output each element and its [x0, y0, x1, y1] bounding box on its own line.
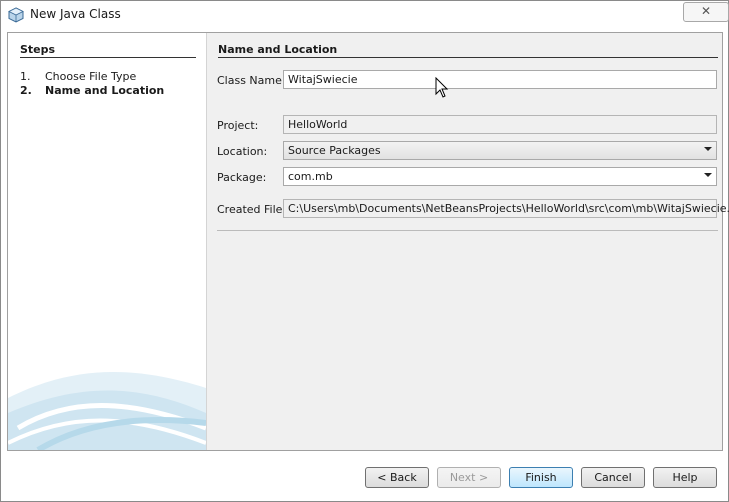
java-class-icon — [8, 7, 24, 23]
back-button[interactable]: < Back — [365, 467, 429, 488]
window-title: New Java Class — [30, 7, 121, 21]
section-title: Name and Location — [218, 43, 338, 56]
wizard-body: Steps 1. Choose File Type 2. Name and Loca… — [7, 32, 729, 451]
step-choose-file-type: 1. Choose File Type — [20, 70, 136, 83]
project-value: HelloWorld — [288, 118, 348, 131]
step-name-and-location: 2. Name and Location — [20, 84, 164, 97]
step-label: Choose File Type — [45, 70, 137, 83]
help-button[interactable]: Help — [653, 467, 717, 488]
form-divider — [217, 230, 718, 231]
class-name-input[interactable]: WitajSwiecie — [283, 70, 717, 89]
created-file-field: C:\Users\mb\Documents\NetBeansProjects\H… — [283, 199, 729, 218]
location-select[interactable]: Source Packages — [283, 141, 717, 160]
chevron-down-icon[interactable] — [704, 173, 712, 177]
cancel-button[interactable]: Cancel — [581, 467, 645, 488]
package-label: Package: — [217, 171, 267, 184]
project-field: HelloWorld — [283, 115, 717, 134]
close-icon: ✕ — [700, 4, 712, 18]
package-combobox[interactable]: com.mb — [283, 167, 717, 186]
class-name-value: WitajSwiecie — [288, 73, 358, 86]
step-number: 2. — [20, 84, 32, 97]
steps-divider — [20, 57, 196, 58]
mouse-cursor-icon — [435, 77, 449, 98]
next-button[interactable]: Next > — [437, 467, 501, 488]
chevron-down-icon[interactable] — [704, 147, 712, 151]
class-name-label: Class Name: — [217, 74, 286, 87]
created-file-label: Created File: — [217, 203, 287, 216]
created-file-value: C:\Users\mb\Documents\NetBeansProjects\H… — [288, 202, 729, 215]
title-bar[interactable]: New Java Class ✕ — [1, 1, 729, 29]
location-label: Location: — [217, 145, 268, 158]
netbeans-watermark-graphic — [8, 371, 206, 450]
dialog-window: New Java Class ✕ Steps 1. Choose File Typ… — [0, 0, 729, 502]
step-label: Name and Location — [45, 84, 165, 97]
location-value: Source Packages — [288, 144, 381, 157]
package-value: com.mb — [288, 170, 333, 183]
close-button[interactable]: ✕ — [683, 2, 729, 22]
step-number: 1. — [20, 70, 31, 83]
section-divider — [218, 57, 718, 58]
finish-button[interactable]: Finish — [509, 467, 573, 488]
steps-panel: Steps 1. Choose File Type 2. Name and Loca… — [8, 33, 207, 450]
steps-title: Steps — [20, 43, 56, 56]
project-label: Project: — [217, 119, 259, 132]
